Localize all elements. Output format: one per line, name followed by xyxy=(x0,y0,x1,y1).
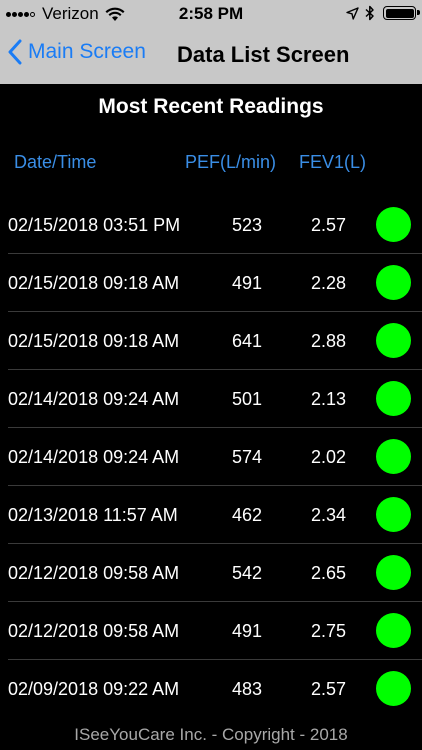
reading-datetime: 02/15/2018 09:18 AM xyxy=(8,273,180,293)
reading-datetime: 02/15/2018 09:18 AM xyxy=(8,331,180,351)
reading-row[interactable]: 02/12/2018 09:58 AM 542 2.65 xyxy=(0,544,422,602)
reading-pef: 491 xyxy=(232,273,263,293)
reading-datetime: 02/12/2018 09:58 AM xyxy=(8,563,180,583)
reading-pef: 462 xyxy=(232,505,263,525)
reading-pef: 483 xyxy=(232,679,263,699)
readings-list: 02/15/2018 03:51 PM 523 2.57 02/15/2018 … xyxy=(0,196,422,718)
battery-icon xyxy=(383,6,420,20)
reading-pef: 542 xyxy=(232,563,263,583)
reading-row[interactable]: 02/12/2018 09:58 AM 491 2.75 xyxy=(0,602,422,660)
reading-fev1: 2.88 xyxy=(311,331,347,351)
column-header-fev1: FEV1(L) xyxy=(299,152,367,172)
reading-row[interactable]: 02/15/2018 09:18 AM 641 2.88 xyxy=(0,312,422,370)
chevron-left-icon xyxy=(8,39,22,65)
reading-row[interactable]: 02/15/2018 09:18 AM 491 2.28 xyxy=(0,254,422,312)
reading-pef: 491 xyxy=(232,621,263,641)
reading-pef: 574 xyxy=(232,447,263,467)
bluetooth-icon xyxy=(365,5,374,21)
reading-pef: 641 xyxy=(232,331,263,351)
navigation-bar: Main Screen Data List Screen xyxy=(0,28,422,84)
reading-row[interactable]: 02/14/2018 09:24 AM 574 2.02 xyxy=(0,428,422,486)
status-indicator xyxy=(376,613,411,648)
reading-row[interactable]: 02/09/2018 09:22 AM 483 2.57 xyxy=(0,660,422,718)
reading-datetime: 02/13/2018 11:57 AM xyxy=(8,505,178,525)
location-arrow-icon xyxy=(346,6,359,20)
status-indicator xyxy=(376,439,411,474)
status-indicator xyxy=(376,265,411,300)
reading-row[interactable]: 02/15/2018 03:51 PM 523 2.57 xyxy=(0,196,422,254)
reading-datetime: 02/12/2018 09:58 AM xyxy=(8,621,180,641)
copyright-footer: ISeeYouCare Inc. - Copyright - 2018 xyxy=(74,725,348,744)
reading-fev1: 2.13 xyxy=(311,389,347,409)
status-indicator xyxy=(376,671,411,706)
reading-fev1: 2.34 xyxy=(311,505,347,525)
reading-row[interactable]: 02/13/2018 11:57 AM 462 2.34 xyxy=(0,486,422,544)
reading-fev1: 2.02 xyxy=(311,447,347,467)
status-indicator xyxy=(376,555,411,590)
reading-datetime: 02/09/2018 09:22 AM xyxy=(8,679,180,699)
back-button[interactable]: Main Screen xyxy=(8,39,146,65)
status-indicator xyxy=(376,381,411,416)
reading-fev1: 2.75 xyxy=(311,621,347,641)
reading-fev1: 2.57 xyxy=(311,679,347,699)
reading-fev1: 2.28 xyxy=(311,273,347,293)
back-button-label: Main Screen xyxy=(28,40,146,63)
status-indicator xyxy=(376,323,411,358)
page-title: Data List Screen xyxy=(177,42,350,67)
reading-row[interactable]: 02/14/2018 09:24 AM 501 2.13 xyxy=(0,370,422,428)
status-indicator xyxy=(376,497,411,532)
section-title: Most Recent Readings xyxy=(98,95,324,118)
reading-datetime: 02/14/2018 09:24 AM xyxy=(8,447,180,467)
status-bar: Verizon 2:58 PM xyxy=(0,0,422,28)
reading-pef: 501 xyxy=(232,389,263,409)
reading-datetime: 02/15/2018 03:51 PM xyxy=(8,215,181,235)
column-header-date: Date/Time xyxy=(14,152,97,172)
reading-datetime: 02/14/2018 09:24 AM xyxy=(8,389,180,409)
reading-fev1: 2.65 xyxy=(311,563,347,583)
column-header-pef: PEF(L/min) xyxy=(185,152,277,172)
status-indicator xyxy=(376,207,411,242)
reading-pef: 523 xyxy=(232,215,263,235)
reading-fev1: 2.57 xyxy=(311,215,347,235)
status-right xyxy=(340,5,420,21)
